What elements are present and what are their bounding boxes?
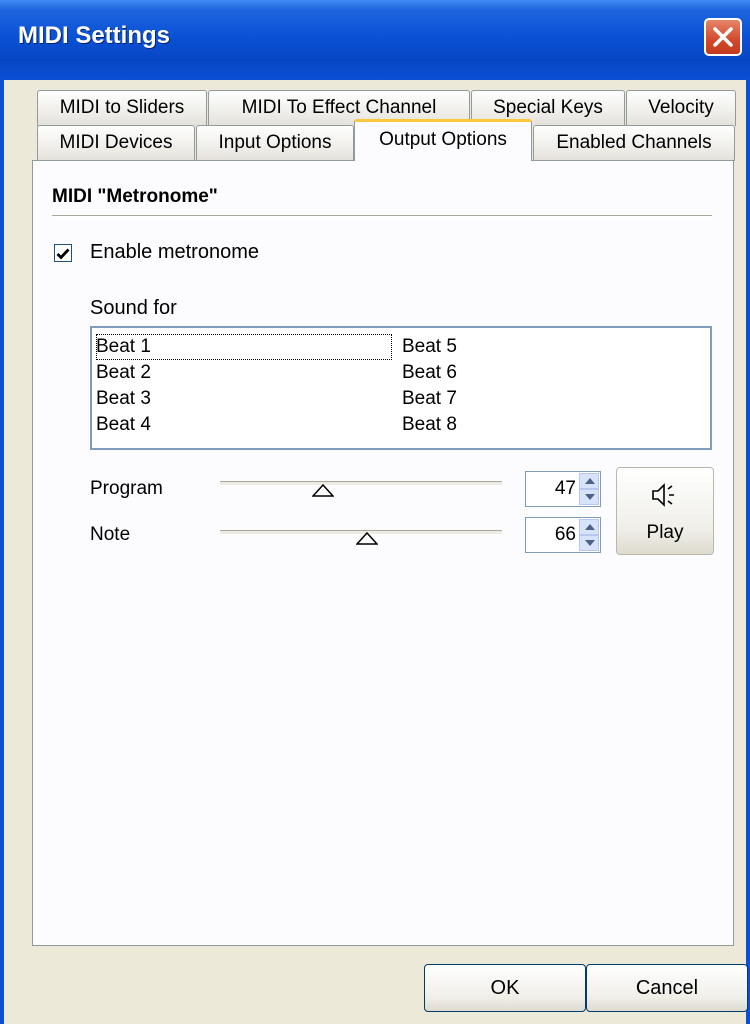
sound-for-label: Sound for xyxy=(90,297,177,319)
program-spin-up[interactable] xyxy=(579,473,599,489)
list-item-beat-8[interactable]: Beat 8 xyxy=(402,412,457,438)
window-border-left xyxy=(0,80,4,1024)
window-border-right xyxy=(746,80,750,1024)
note-spin-up[interactable] xyxy=(579,519,599,535)
list-item-beat-6[interactable]: Beat 6 xyxy=(402,360,457,386)
note-slider-thumb[interactable] xyxy=(356,532,378,545)
note-spinner[interactable]: 66 xyxy=(525,517,601,553)
tab-output-options[interactable]: Output Options xyxy=(354,119,532,161)
program-slider-track[interactable] xyxy=(220,481,502,486)
close-button[interactable] xyxy=(704,18,742,56)
ok-button[interactable]: OK xyxy=(424,964,586,1012)
tab-enabled-channels[interactable]: Enabled Channels xyxy=(533,125,735,161)
title-bar[interactable]: MIDI Settings xyxy=(0,0,750,80)
list-item-beat-7[interactable]: Beat 7 xyxy=(402,386,457,412)
checkmark-icon xyxy=(56,248,70,260)
list-item-beat-2[interactable]: Beat 2 xyxy=(96,360,151,386)
note-value[interactable]: 66 xyxy=(555,524,576,546)
play-button[interactable]: Play xyxy=(616,467,714,555)
spin-up-icon xyxy=(585,478,595,484)
close-icon xyxy=(713,27,733,47)
cancel-button[interactable]: Cancel xyxy=(586,964,748,1012)
list-item-beat-3[interactable]: Beat 3 xyxy=(96,386,151,412)
window-title: MIDI Settings xyxy=(18,22,171,49)
sound-for-listbox[interactable]: Beat 1 Beat 2 Beat 3 Beat 4 Beat 5 Beat … xyxy=(90,326,712,450)
enable-metronome-label[interactable]: Enable metronome xyxy=(90,241,259,264)
program-value[interactable]: 47 xyxy=(555,478,576,500)
program-slider-thumb[interactable] xyxy=(312,484,334,497)
spin-up-icon xyxy=(585,524,595,530)
spin-down-icon xyxy=(585,540,595,546)
tab-midi-to-sliders[interactable]: MIDI to Sliders xyxy=(37,90,207,126)
play-label: Play xyxy=(646,522,684,543)
tab-midi-devices[interactable]: MIDI Devices xyxy=(37,125,195,161)
list-item-beat-4[interactable]: Beat 4 xyxy=(96,412,151,438)
note-spin-down[interactable] xyxy=(579,535,599,551)
program-spinner[interactable]: 47 xyxy=(525,471,601,507)
speaker-icon xyxy=(652,483,674,507)
enable-metronome-checkbox[interactable] xyxy=(54,244,72,262)
group-divider xyxy=(52,215,712,217)
tab-velocity[interactable]: Velocity xyxy=(626,90,736,126)
list-item-beat-5[interactable]: Beat 5 xyxy=(402,334,457,360)
note-label: Note xyxy=(90,524,131,545)
spin-down-icon xyxy=(585,494,595,500)
program-spin-down[interactable] xyxy=(579,489,599,505)
group-title-metronome: MIDI "Metronome" xyxy=(52,186,218,207)
tab-input-options[interactable]: Input Options xyxy=(196,125,354,161)
list-item-beat-1[interactable]: Beat 1 xyxy=(96,334,392,360)
program-label: Program xyxy=(90,478,163,499)
